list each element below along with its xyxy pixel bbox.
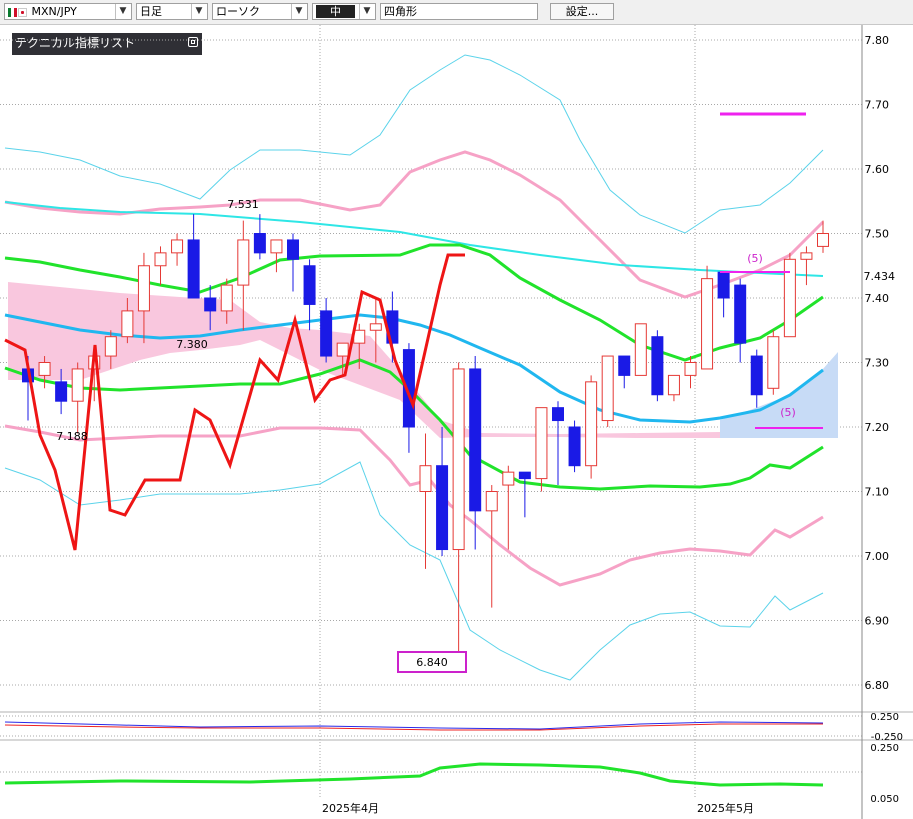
candle-body: [369, 323, 382, 331]
y-tick-label: 7.50: [865, 228, 890, 241]
x-tick-label: 2025年5月: [697, 801, 754, 815]
chart-style-label: ローソク: [216, 5, 260, 18]
candle-body: [336, 342, 349, 357]
cloud-bull: [8, 282, 823, 438]
candle-body: [783, 258, 796, 338]
line-width-label: 中: [316, 5, 355, 18]
candle-body: [750, 355, 763, 396]
candle-body: [121, 310, 134, 338]
candle-body: [634, 323, 647, 376]
candle-body: [502, 471, 515, 486]
price-annotation: 7.380: [176, 338, 208, 351]
y-tick-label: 7.20: [865, 421, 890, 434]
y-tick-label: 7.70: [865, 99, 890, 112]
mexico-flag-icon: [8, 7, 17, 17]
candle-body: [154, 252, 167, 267]
candle-body: [237, 239, 250, 286]
sub2-tick-label: 0.250: [870, 743, 899, 754]
japan-flag-icon: [18, 7, 27, 17]
candle-body: [535, 407, 548, 480]
x-tick-label: 2025年4月: [322, 801, 379, 815]
sub1-tick-label: -0.250: [871, 732, 903, 743]
y-tick-label: 6.80: [865, 679, 890, 692]
price-annotation: 7.531: [227, 198, 259, 211]
candle-body: [618, 355, 631, 376]
bb-upper1: [4, 150, 825, 299]
candle-body: [701, 278, 714, 370]
candle-body: [767, 336, 780, 389]
candle-body: [287, 239, 299, 260]
sub2-tick-label: 0.050: [870, 794, 899, 805]
sub2-line: [4, 762, 824, 787]
chevron-down-icon[interactable]: ▼: [291, 4, 306, 19]
marker-label: (5): [747, 252, 763, 265]
y-tick-label: 7.40: [865, 292, 890, 305]
bb-upper2: [4, 54, 824, 234]
symbol-select[interactable]: MXN/JPY ▼: [4, 3, 132, 20]
chevron-down-icon[interactable]: ▼: [359, 4, 374, 19]
candle-body: [552, 407, 564, 422]
candle-body: [485, 491, 498, 512]
candle-body: [734, 284, 747, 344]
price-annotation: 6.840: [416, 656, 448, 669]
chart-style-select[interactable]: ローソク ▼: [212, 3, 308, 20]
price-chart[interactable]: 7.531 7.380 7.188 6.840 (5) (5) 7.80 7.70 7.60 7…: [0, 25, 913, 819]
candle-body: [419, 465, 432, 493]
candle-body: [817, 233, 829, 247]
y-tick-label: 7.10: [865, 486, 890, 499]
candle-body: [171, 239, 184, 254]
candle-body: [38, 362, 51, 376]
candle-body: [353, 329, 366, 344]
candle-body: [667, 374, 680, 396]
toolbar: MXN/JPY ▼ 日足 ▼ ローソク ▼ 中 ▼ 四角形 設定...: [0, 0, 913, 25]
candle-body: [220, 284, 233, 312]
current-price-label: 7.434: [864, 270, 896, 283]
candle-body: [651, 336, 664, 396]
candle-body: [71, 368, 84, 402]
candle-body: [568, 426, 581, 467]
marker-label: (5): [780, 406, 796, 419]
chevron-down-icon[interactable]: ▼: [191, 4, 206, 19]
drawing-tool-field[interactable]: 四角形: [380, 3, 538, 20]
candle-body: [469, 368, 482, 512]
candle-body: [684, 362, 697, 376]
y-tick-label: 6.90: [865, 615, 890, 628]
drawing-tool-label: 四角形: [384, 5, 417, 18]
candle-body: [187, 239, 200, 299]
period-select[interactable]: 日足 ▼: [136, 3, 208, 20]
candle-body: [601, 355, 614, 422]
candle-body: [137, 265, 150, 312]
bb-middle-long: [4, 201, 824, 277]
candle-body: [717, 271, 730, 299]
sub1-line-a: [4, 721, 824, 730]
candle-body: [303, 265, 316, 305]
candle-body: [452, 368, 465, 551]
candle-body: [585, 381, 598, 467]
y-tick-label: 7.00: [865, 550, 890, 563]
candle-body: [204, 297, 217, 312]
y-tick-label: 7.80: [865, 34, 890, 47]
candle-body: [104, 336, 117, 357]
symbol-label: MXN/JPY: [31, 5, 77, 18]
candle-body: [320, 310, 333, 357]
candle-body: [800, 252, 813, 260]
candle-body: [253, 233, 266, 254]
sub1-tick-label: 0.250: [870, 712, 899, 723]
settings-button[interactable]: 設定...: [550, 3, 614, 20]
chevron-down-icon[interactable]: ▼: [115, 4, 130, 19]
sub-panels: [0, 711, 913, 787]
candle-body: [518, 471, 531, 480]
period-label: 日足: [140, 5, 162, 18]
price-annotation: 7.188: [56, 430, 88, 443]
y-tick-label: 7.60: [865, 163, 890, 176]
bb-lower2: [4, 461, 824, 681]
y-tick-label: 7.30: [865, 357, 890, 370]
candle-body: [55, 381, 68, 402]
line-width-select[interactable]: 中 ▼: [312, 3, 376, 20]
candle-body: [270, 239, 283, 254]
candle-body: [436, 465, 449, 551]
bb-lower1: [4, 424, 824, 587]
